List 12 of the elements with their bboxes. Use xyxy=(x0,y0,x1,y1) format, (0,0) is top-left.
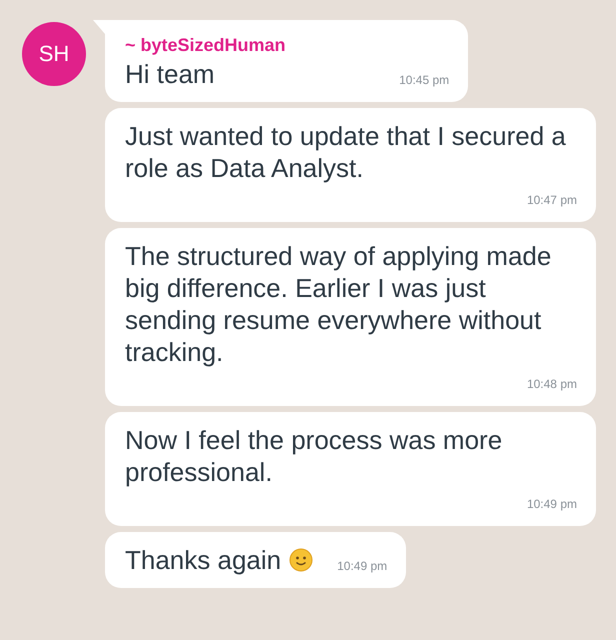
sender-name: ~ byteSizedHuman xyxy=(125,34,287,56)
message-text: Hi team xyxy=(125,58,215,90)
message-time: 10:45 pm xyxy=(398,72,450,89)
message-text: Now I feel the process was more professional. xyxy=(125,424,504,488)
message-time: 10:48 pm xyxy=(526,376,577,393)
message-time: 10:49 pm xyxy=(336,558,388,575)
message-text: The structured way of applying made big difference. Earlier I was just sending resume everywhere without tracking. xyxy=(125,240,552,368)
message-time: 10:49 pm xyxy=(526,496,577,513)
message-text: Thanks again xyxy=(125,544,282,576)
message-time: 10:47 pm xyxy=(526,192,577,209)
avatar[interactable]: SH xyxy=(22,22,86,86)
message-text: Just wanted to update that I secured a role as Data Analyst. xyxy=(125,120,567,184)
